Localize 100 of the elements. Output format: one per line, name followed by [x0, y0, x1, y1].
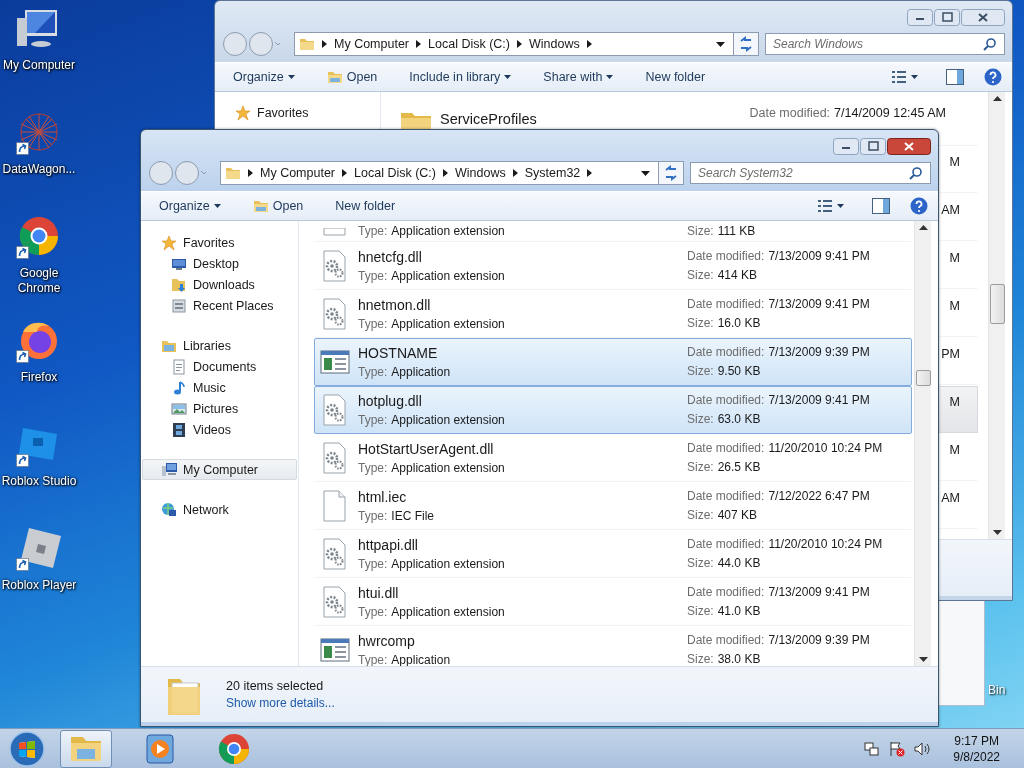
sidebar-item[interactable]: Documents	[142, 356, 297, 377]
file-row[interactable]: httpapi.dll Type: Application extension Date modified: 11/20/2010 10:24 PM Size: 44.0 KB	[314, 530, 912, 578]
chevron-icon	[587, 169, 593, 177]
field-label: Type:	[358, 652, 388, 666]
address-bar[interactable]: My Computer Local Disk (C:) Windows	[294, 32, 734, 56]
size-value: 38.0 KB	[717, 652, 761, 666]
search-icon[interactable]	[983, 37, 997, 51]
clock[interactable]: 9:17 PM 9/8/2022	[953, 732, 1000, 765]
scroll-thumb[interactable]	[989, 284, 1005, 324]
file-row[interactable]: hnetcfg.dll Type: Application extension Date modified: 7/13/2009 9:41 PM Size: 414 KB	[314, 242, 912, 290]
sidebar-item[interactable]: My Computer	[142, 459, 297, 480]
close-icon[interactable]	[887, 138, 931, 155]
icon-label[interactable]: Roblox Player	[0, 578, 78, 593]
search-field[interactable]: Search Windows	[765, 33, 1005, 55]
maximize-icon[interactable]	[860, 138, 886, 155]
taskbar-button[interactable]	[60, 729, 112, 768]
field-label: Size:	[687, 412, 714, 426]
maximize-icon[interactable]	[934, 9, 960, 26]
icon-label[interactable]: Roblox Studio	[0, 474, 78, 489]
sidebar-item[interactable]: Recent Places	[142, 295, 297, 316]
file-name: hnetcfg.dll	[358, 247, 423, 266]
search-field[interactable]: Search System32	[690, 162, 931, 184]
details-link[interactable]: Show more details...	[226, 696, 335, 710]
breadcrumb[interactable]: Local Disk (C:)	[354, 166, 436, 180]
field-label: Date modified:	[749, 106, 831, 120]
caret-icon	[911, 75, 918, 79]
menu-button[interactable]: Organize	[151, 196, 229, 216]
file-row[interactable]: hotplug.dll Type: Application extension Date modified: 7/13/2009 9:41 PM Size: 63.0 KB	[314, 386, 912, 434]
help-icon[interactable]	[910, 197, 928, 215]
file-row[interactable]: M	[938, 386, 978, 433]
file-row[interactable]: htui.dll Type: Application extension Date modified: 7/13/2009 9:41 PM Size: 41.0 KB	[314, 578, 912, 626]
toolbar-button[interactable]: Open	[244, 195, 312, 217]
sidebar-item[interactable]: Favorites	[142, 232, 297, 253]
toolbar-button[interactable]: New folder	[637, 67, 714, 87]
sidebar-item[interactable]: Favorites	[216, 102, 379, 123]
network-icon[interactable]	[864, 740, 881, 757]
toolbar-button[interactable]: New folder	[327, 196, 404, 216]
sidebar-item[interactable]: Network	[142, 499, 297, 520]
size-value: 9.50 KB	[717, 364, 761, 378]
icon-label[interactable]: Firefox	[0, 370, 78, 385]
file-row[interactable]: HotStartUserAgent.dll Type: Application extension Date modified: 11/20/2010 10:24 PM Size: 26.5 KB	[314, 434, 912, 482]
search-icon[interactable]	[909, 166, 923, 180]
scrollbar[interactable]	[988, 92, 1005, 539]
field-label: Date modified:	[687, 633, 765, 647]
menu-button[interactable]: Include in library	[401, 67, 520, 87]
address-bar[interactable]: My Computer Local Disk (C:) Windows System32	[220, 161, 659, 185]
dropdown-icon[interactable]	[641, 170, 650, 176]
file-row[interactable]: html.iec Type: IEC File Date modified: 7/12/2022 6:47 PM Size: 407 KB	[314, 482, 912, 530]
refresh-icon[interactable]	[658, 161, 684, 185]
field-label: Size:	[687, 224, 714, 238]
dropdown-icon[interactable]	[716, 41, 725, 47]
scroll-down-icon[interactable]	[992, 530, 1002, 535]
minimize-icon[interactable]	[833, 138, 859, 155]
icon-label[interactable]: Google Chrome	[0, 266, 78, 296]
menu-button[interactable]: Share with	[535, 67, 622, 87]
icon-label[interactable]: My Computer	[0, 58, 78, 73]
sidebar-item[interactable]: Desktop	[142, 253, 297, 274]
close-icon[interactable]	[961, 9, 1005, 26]
scroll-up-icon[interactable]	[992, 96, 1002, 101]
scroll-thumb[interactable]	[915, 370, 931, 386]
menu-button[interactable]: Organize	[225, 67, 303, 87]
type-value: Application extension	[391, 316, 505, 331]
file-name: htui.dll	[358, 583, 400, 602]
preview-pane-icon[interactable]	[872, 198, 890, 214]
breadcrumb[interactable]: Local Disk (C:)	[428, 37, 510, 51]
field-label: Date modified:	[687, 585, 765, 599]
breadcrumb[interactable]: My Computer	[334, 37, 410, 51]
chevron-icon	[322, 40, 327, 48]
sidebar-item[interactable]: Libraries	[142, 335, 297, 356]
flag-icon[interactable]	[889, 740, 906, 757]
document-icon	[171, 358, 187, 375]
sidebar-item[interactable]: Pictures	[142, 398, 297, 419]
scrollbar[interactable]	[914, 221, 931, 666]
help-icon[interactable]	[984, 68, 1002, 86]
breadcrumb[interactable]: Windows	[455, 166, 506, 180]
icon-label[interactable]: DataWagon...	[0, 162, 78, 177]
field-label: Type:	[358, 460, 388, 475]
speaker-icon[interactable]	[914, 740, 931, 757]
caret-icon	[837, 204, 844, 208]
field-label: Date modified:	[687, 441, 765, 455]
field-label: Type:	[358, 508, 388, 523]
scroll-down-icon[interactable]	[918, 657, 928, 662]
sidebar-item[interactable]: Music	[142, 377, 297, 398]
breadcrumb[interactable]: System32	[524, 166, 581, 180]
file-name: hotplug.dll	[358, 391, 423, 410]
sidebar-item[interactable]: Downloads	[142, 274, 297, 295]
toolbar-button[interactable]: Open	[318, 66, 386, 88]
refresh-icon[interactable]	[733, 32, 759, 56]
type-value: Application	[391, 364, 451, 379]
breadcrumb[interactable]: My Computer	[260, 166, 336, 180]
date-value: 7/13/2009 9:39 PM	[768, 345, 870, 359]
file-row[interactable]: Type: Application extension Size: 111 KB	[314, 221, 912, 242]
type-value: Application extension	[391, 556, 505, 571]
sidebar-item[interactable]: Videos	[142, 419, 297, 440]
preview-pane-icon[interactable]	[946, 69, 964, 85]
file-row[interactable]: HOSTNAME Type: Application Date modified: 7/13/2009 9:39 PM Size: 9.50 KB	[314, 338, 912, 386]
scroll-up-icon[interactable]	[918, 225, 928, 230]
start-button[interactable]	[7, 728, 47, 768]
breadcrumb[interactable]: Windows	[529, 37, 580, 51]
minimize-icon[interactable]	[907, 9, 933, 26]
